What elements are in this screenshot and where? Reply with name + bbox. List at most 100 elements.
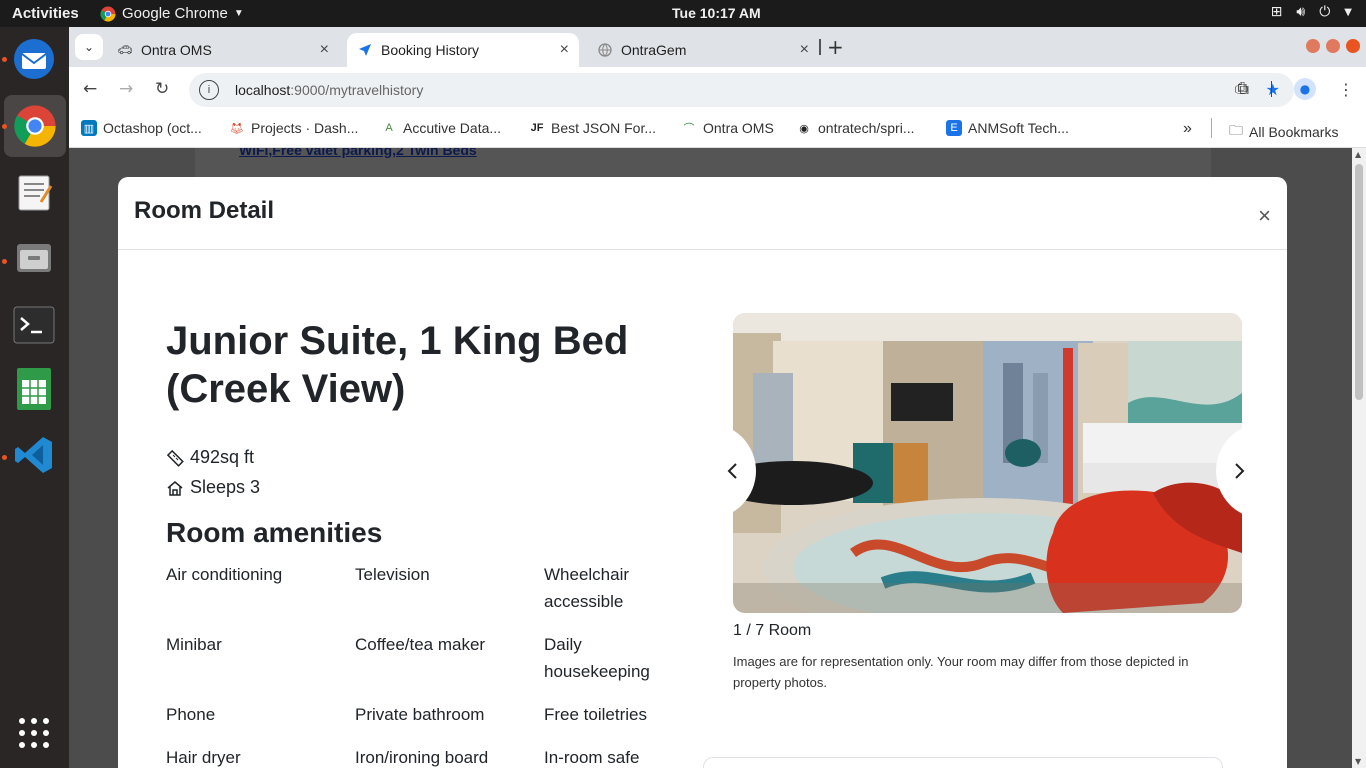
dock <box>0 27 69 768</box>
bookmark-accutive[interactable]: A Accutive Data... <box>381 120 501 136</box>
gallery-counter: 1 / 7 Room <box>733 622 812 639</box>
accutive-icon: A <box>385 122 393 134</box>
new-tab-button[interactable]: + <box>827 35 844 59</box>
spreadsheet-icon[interactable] <box>10 365 58 413</box>
vscode-icon[interactable] <box>10 431 58 479</box>
bookmark-ontra-oms[interactable]: ⌒ Ontra OMS <box>681 120 774 136</box>
close-icon[interactable]: × <box>800 41 809 59</box>
amenities-heading: Room amenities <box>166 517 383 548</box>
navigation-arrow-icon <box>357 42 373 58</box>
app-menu[interactable]: Google Chrome ▼ <box>100 5 244 22</box>
extensions-icon[interactable]: ⧉ <box>1238 79 1249 99</box>
bookmark-json-formatter[interactable]: JF Best JSON For... <box>529 120 656 136</box>
forward-arrow-icon[interactable]: → <box>119 79 133 99</box>
amenity-item: In-room safe <box>544 748 640 767</box>
address-bar[interactable]: i localhost :9000/mytravelhistory ⎙ ★ <box>189 73 1294 107</box>
bookmark-label: ANMSoft Tech... <box>968 120 1069 136</box>
scrollbar-thumb[interactable] <box>1355 164 1363 400</box>
browser-toolbar: ← → ↻ i localhost :9000/mytravelhistory … <box>69 67 1366 112</box>
bookmark-octashop[interactable]: ▥ Octashop (oct... <box>81 120 202 136</box>
system-top-bar: Activities Google Chrome ▼ Tue 10:17 AM … <box>0 0 1366 27</box>
room-occupancy: Sleeps 3 <box>166 477 260 498</box>
app-grid-icon[interactable] <box>10 709 58 757</box>
ruler-icon <box>166 449 184 467</box>
tab-title: Ontra OMS <box>141 42 212 58</box>
bookmark-label: Accutive Data... <box>403 120 502 136</box>
gitlab-icon: 🦊︎ <box>230 122 244 135</box>
all-bookmarks-label: All Bookmarks <box>1249 124 1339 140</box>
close-icon[interactable]: × <box>320 41 329 59</box>
amenity-item: Daily housekeeping <box>544 635 650 681</box>
all-bookmarks-button[interactable]: 🗀 All Bookmarks <box>1229 120 1338 144</box>
url-path: :9000/mytravelhistory <box>290 82 424 98</box>
power-icon: ⏻ <box>1319 4 1331 20</box>
running-indicator <box>2 124 7 129</box>
bookmark-ontratech-github[interactable]: ◉ ontratech/spri... <box>796 120 914 136</box>
booking-card <box>703 757 1223 768</box>
running-indicator <box>2 259 7 264</box>
file-manager-icon[interactable] <box>10 233 58 281</box>
text-editor-icon[interactable] <box>10 169 58 217</box>
reload-icon[interactable]: ↻ <box>155 79 169 99</box>
jf-icon: JF <box>530 122 544 134</box>
bookmark-anmsoft[interactable]: E ANMSoft Tech... <box>946 120 1069 136</box>
chrome-icon[interactable] <box>4 95 66 157</box>
tab-title: Booking History <box>381 42 480 58</box>
amenity-item: Private bathroom <box>355 705 485 724</box>
amenity-item: Coffee/tea maker <box>355 635 486 654</box>
toolbar-divider <box>1271 81 1272 97</box>
toolbar-actions: ⧉ ● ⋮ <box>1238 78 1354 100</box>
clock[interactable]: Tue 10:17 AM <box>672 5 761 21</box>
chevron-right-icon <box>1235 463 1245 479</box>
bookmark-label: Projects · Dash... <box>251 120 359 136</box>
app-menu-label: Google Chrome <box>122 5 228 22</box>
scroll-up-icon[interactable]: ▲ <box>1355 150 1361 159</box>
close-icon[interactable]: × <box>1258 203 1271 229</box>
amenity-item: Phone <box>166 705 216 724</box>
thunderbird-icon[interactable] <box>10 35 58 83</box>
kebab-menu-icon[interactable]: ⋮ <box>1338 80 1354 99</box>
amenity-item: Hair dryer <box>166 748 241 767</box>
chrome-small-icon <box>100 6 116 22</box>
profile-avatar-icon[interactable]: ● <box>1294 78 1316 100</box>
tab-title: OntraGem <box>621 42 687 58</box>
activities-button[interactable]: Activities <box>12 5 79 22</box>
chevron-left-icon <box>727 463 737 479</box>
amenity-item: Wheelchair accessible <box>544 565 630 611</box>
ontra-icon: ⌒ <box>683 123 695 135</box>
gallery-disclaimer: Images are for representation only. Your… <box>733 654 1189 690</box>
tab-strip: ⌄ 🚗︎ Ontra OMS × Booking History × Ontra… <box>69 27 1366 67</box>
site-info-icon[interactable]: i <box>199 80 219 100</box>
terminal-icon[interactable] <box>10 301 58 349</box>
page-viewport: WiFi,Free valet parking,2 Twin Beds Room… <box>69 148 1366 768</box>
amenity-item: Free toiletries <box>544 705 647 724</box>
tab-booking-history[interactable]: Booking History × <box>347 33 579 67</box>
tab-search-button[interactable]: ⌄ <box>75 34 103 60</box>
back-arrow-icon[interactable]: ← <box>83 79 97 99</box>
system-tray[interactable]: ⊞ 🔊︎ ⏻ ▼ <box>1271 4 1352 20</box>
maximize-button[interactable] <box>1326 39 1340 53</box>
modal-title: Room Detail <box>134 197 275 224</box>
globe-icon <box>597 42 613 58</box>
background-room-link[interactable]: WiFi,Free valet parking,2 Twin Beds <box>239 148 477 158</box>
scroll-down-icon[interactable]: ▼ <box>1355 757 1361 766</box>
page-scrollbar[interactable]: ▲ ▼ <box>1352 148 1366 768</box>
bookmark-projects[interactable]: 🦊︎ Projects · Dash... <box>229 120 358 136</box>
bookmarks-bar: ▥ Octashop (oct... 🦊︎ Projects · Dash... A… <box>69 112 1366 148</box>
window-close-button[interactable] <box>1346 39 1360 53</box>
network-icon: ⊞ <box>1270 4 1283 20</box>
tab-divider <box>819 39 821 55</box>
tab-ontragem[interactable]: OntraGem × <box>587 33 819 67</box>
tab-ontra-oms[interactable]: 🚗︎ Ontra OMS × <box>107 33 339 67</box>
folder-icon: 🗀 <box>1229 122 1243 138</box>
modal-header: Room Detail × <box>118 177 1287 250</box>
bookmark-label: Octashop (oct... <box>103 120 202 136</box>
trello-icon: ▥ <box>81 120 97 136</box>
browser-window: ⌄ 🚗︎ Ontra OMS × Booking History × Ontra… <box>69 27 1366 768</box>
volume-icon: 🔊︎ <box>1296 4 1306 20</box>
ontra-oms-favicon: 🚗︎ <box>117 43 133 57</box>
room-size-text: 492sq ft <box>190 447 255 467</box>
more-bookmarks-button[interactable]: » <box>1183 120 1192 138</box>
minimize-button[interactable] <box>1306 39 1320 53</box>
close-icon[interactable]: × <box>560 41 569 59</box>
